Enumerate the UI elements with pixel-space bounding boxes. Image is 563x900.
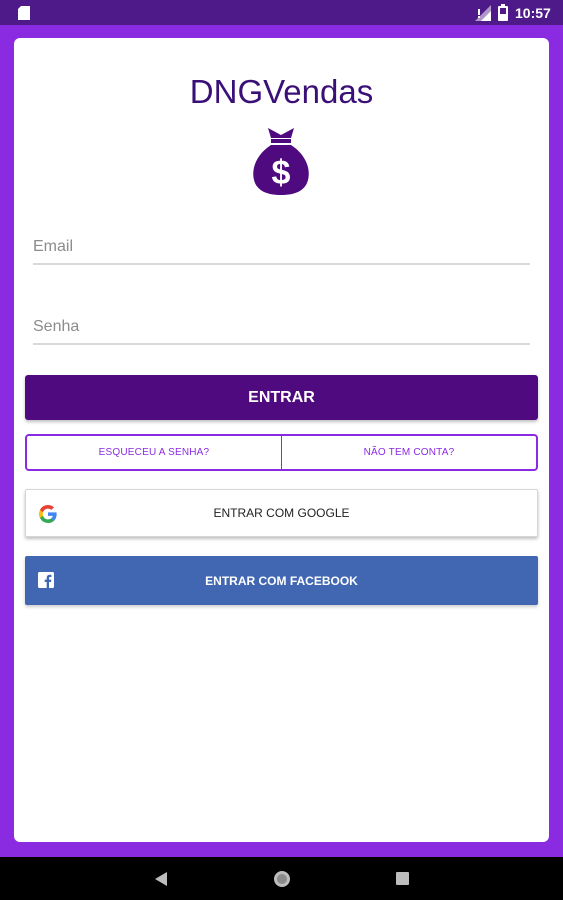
facebook-sign-in-label: ENTRAR COM FACEBOOK: [205, 573, 358, 588]
app-title: DNGVendas: [189, 73, 374, 110]
login-button-label: ENTRAR: [248, 388, 315, 406]
create-account-label: NÃO TEM CONTA?: [363, 447, 455, 458]
create-account-button[interactable]: NÃO TEM CONTA?: [281, 436, 536, 469]
back-icon[interactable]: [154, 871, 168, 887]
sim-card-icon: [18, 6, 30, 20]
recents-icon[interactable]: [396, 872, 409, 885]
home-icon[interactable]: [273, 870, 291, 888]
google-icon: [39, 505, 57, 523]
password-input[interactable]: [33, 313, 530, 341]
status-time: 10:57: [515, 5, 551, 21]
money-bag-dollar-icon: $: [253, 128, 309, 195]
google-sign-in-label: ENTRAR COM GOOGLE: [213, 506, 350, 520]
forgot-password-button[interactable]: ESQUECEU A SENHA?: [27, 436, 281, 469]
status-bar: 10:57: [0, 0, 563, 25]
svg-text:$: $: [272, 154, 291, 192]
login-button[interactable]: ENTRAR: [25, 375, 538, 420]
email-field[interactable]: [33, 233, 530, 265]
password-field[interactable]: [33, 313, 530, 345]
google-sign-in-button[interactable]: ENTRAR COM GOOGLE: [25, 489, 538, 537]
account-links-group: ESQUECEU A SENHA? NÃO TEM CONTA?: [25, 434, 538, 471]
email-input[interactable]: [33, 233, 530, 261]
signal-no-data-icon: [475, 5, 491, 21]
battery-icon: [498, 4, 508, 21]
forgot-password-label: ESQUECEU A SENHA?: [98, 447, 210, 458]
navigation-bar: [0, 857, 563, 900]
facebook-icon: [38, 572, 54, 588]
facebook-sign-in-button[interactable]: ENTRAR COM FACEBOOK: [25, 556, 538, 605]
